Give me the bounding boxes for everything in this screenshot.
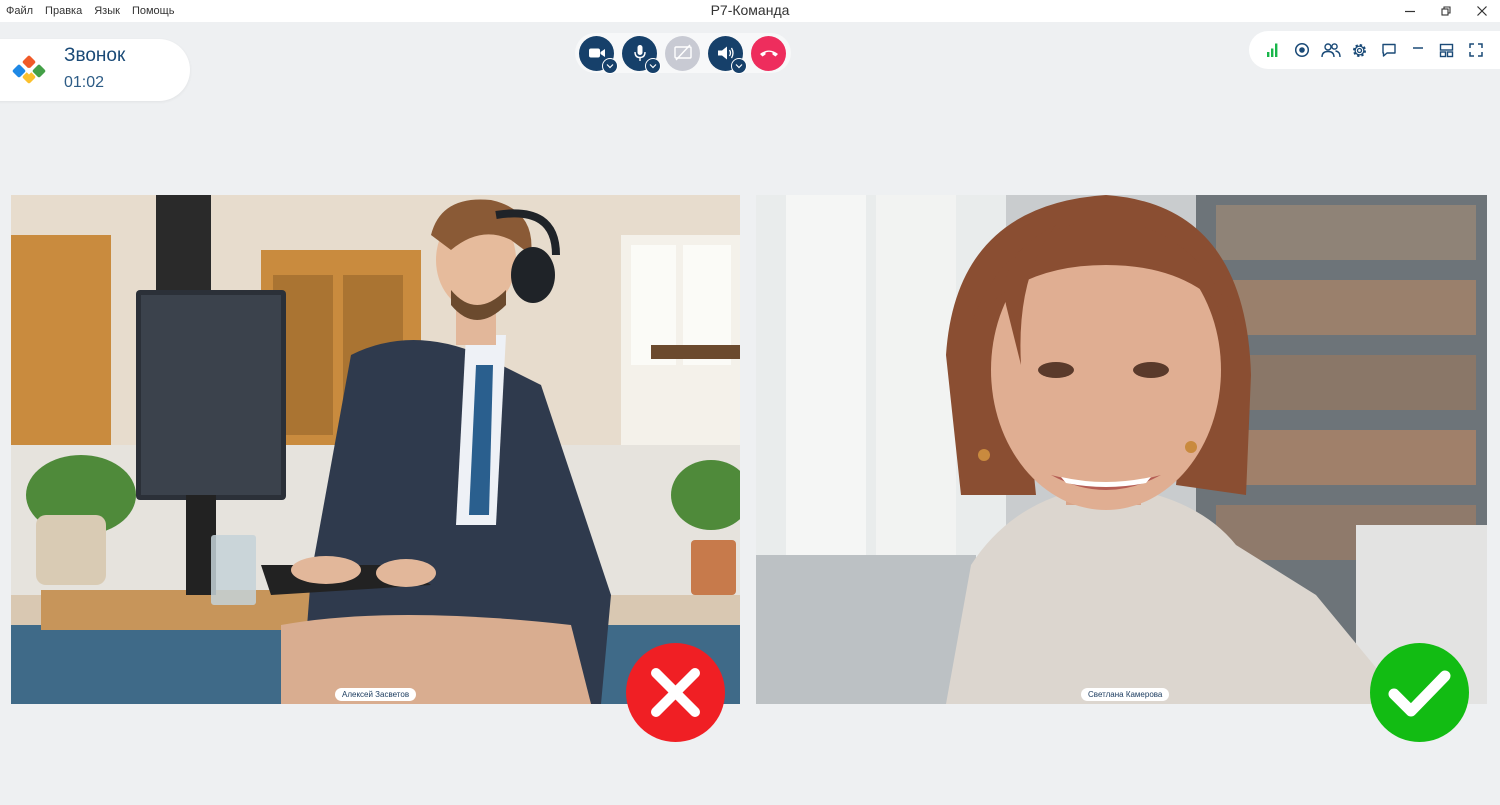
window-title: Р7-Команда bbox=[710, 2, 790, 18]
close-button[interactable] bbox=[1464, 0, 1500, 22]
screen-share-off-icon bbox=[673, 44, 692, 61]
fullscreen-button[interactable] bbox=[1461, 35, 1490, 65]
call-info-card: Звонок 01:02 bbox=[0, 39, 190, 101]
title-bar: Файл Правка Язык Помощь Р7-Команда bbox=[0, 0, 1500, 22]
camera-options-button[interactable] bbox=[602, 57, 618, 74]
signal-strength-icon bbox=[1266, 43, 1277, 57]
approved-status-badge bbox=[1370, 643, 1469, 742]
menu-help[interactable]: Помощь bbox=[126, 5, 181, 17]
camera-button[interactable] bbox=[579, 35, 618, 74]
chat-button[interactable] bbox=[1374, 35, 1403, 65]
speaker-icon bbox=[717, 46, 734, 60]
restore-icon bbox=[1441, 6, 1451, 16]
speaker-button[interactable] bbox=[708, 35, 747, 74]
app-logo-icon bbox=[12, 55, 46, 84]
menu-edit[interactable]: Правка bbox=[39, 5, 88, 17]
record-button[interactable] bbox=[1287, 35, 1316, 65]
call-controls bbox=[575, 33, 791, 74]
minimize-button[interactable] bbox=[1392, 0, 1428, 22]
chat-icon bbox=[1381, 43, 1396, 57]
minimize-call-button[interactable] bbox=[1403, 35, 1432, 65]
chevron-down-icon bbox=[649, 63, 657, 68]
participant-video-feed bbox=[11, 195, 740, 704]
layout-icon bbox=[1439, 43, 1454, 57]
record-icon bbox=[1294, 42, 1309, 58]
screen-share-button[interactable] bbox=[665, 35, 700, 71]
window-controls bbox=[1392, 0, 1500, 22]
speaker-options-button[interactable] bbox=[731, 57, 747, 74]
participant-name-label: Алексей Засветов bbox=[335, 688, 417, 701]
settings-icon bbox=[1353, 43, 1366, 57]
participants-icon bbox=[1320, 43, 1341, 58]
menu-bar: Файл Правка Язык Помощь bbox=[0, 0, 180, 22]
cross-icon bbox=[651, 668, 700, 717]
chevron-down-icon bbox=[606, 63, 614, 68]
participant-video-feed bbox=[756, 195, 1487, 704]
participant-video-tile[interactable]: Светлана Камерова bbox=[756, 195, 1487, 704]
chevron-down-icon bbox=[735, 63, 743, 68]
signal-strength-indicator bbox=[1258, 35, 1287, 65]
camera-icon bbox=[588, 48, 605, 58]
menu-file[interactable]: Файл bbox=[0, 5, 39, 17]
minimize-call-icon bbox=[1412, 47, 1423, 49]
call-title: Звонок bbox=[64, 45, 126, 66]
hang-up-button[interactable] bbox=[751, 35, 786, 71]
participant-video-tile[interactable]: Алексей Засветов bbox=[11, 195, 740, 704]
participants-button[interactable] bbox=[1316, 35, 1345, 65]
microphone-options-button[interactable] bbox=[645, 57, 661, 74]
rejected-status-badge bbox=[626, 643, 725, 742]
checkmark-icon bbox=[1388, 670, 1451, 717]
phone-hangup-icon bbox=[759, 50, 778, 57]
call-duration: 01:02 bbox=[64, 74, 105, 91]
microphone-icon bbox=[633, 45, 646, 61]
participant-name-label: Светлана Камерова bbox=[1081, 688, 1170, 701]
microphone-button[interactable] bbox=[622, 35, 661, 74]
call-toolbar bbox=[1249, 31, 1500, 69]
menu-language[interactable]: Язык bbox=[88, 5, 126, 17]
minimize-icon bbox=[1405, 10, 1415, 13]
restore-button[interactable] bbox=[1428, 0, 1464, 22]
fullscreen-icon bbox=[1468, 43, 1483, 57]
layout-button[interactable] bbox=[1432, 35, 1461, 65]
settings-button[interactable] bbox=[1345, 35, 1374, 65]
close-icon bbox=[1477, 6, 1487, 16]
